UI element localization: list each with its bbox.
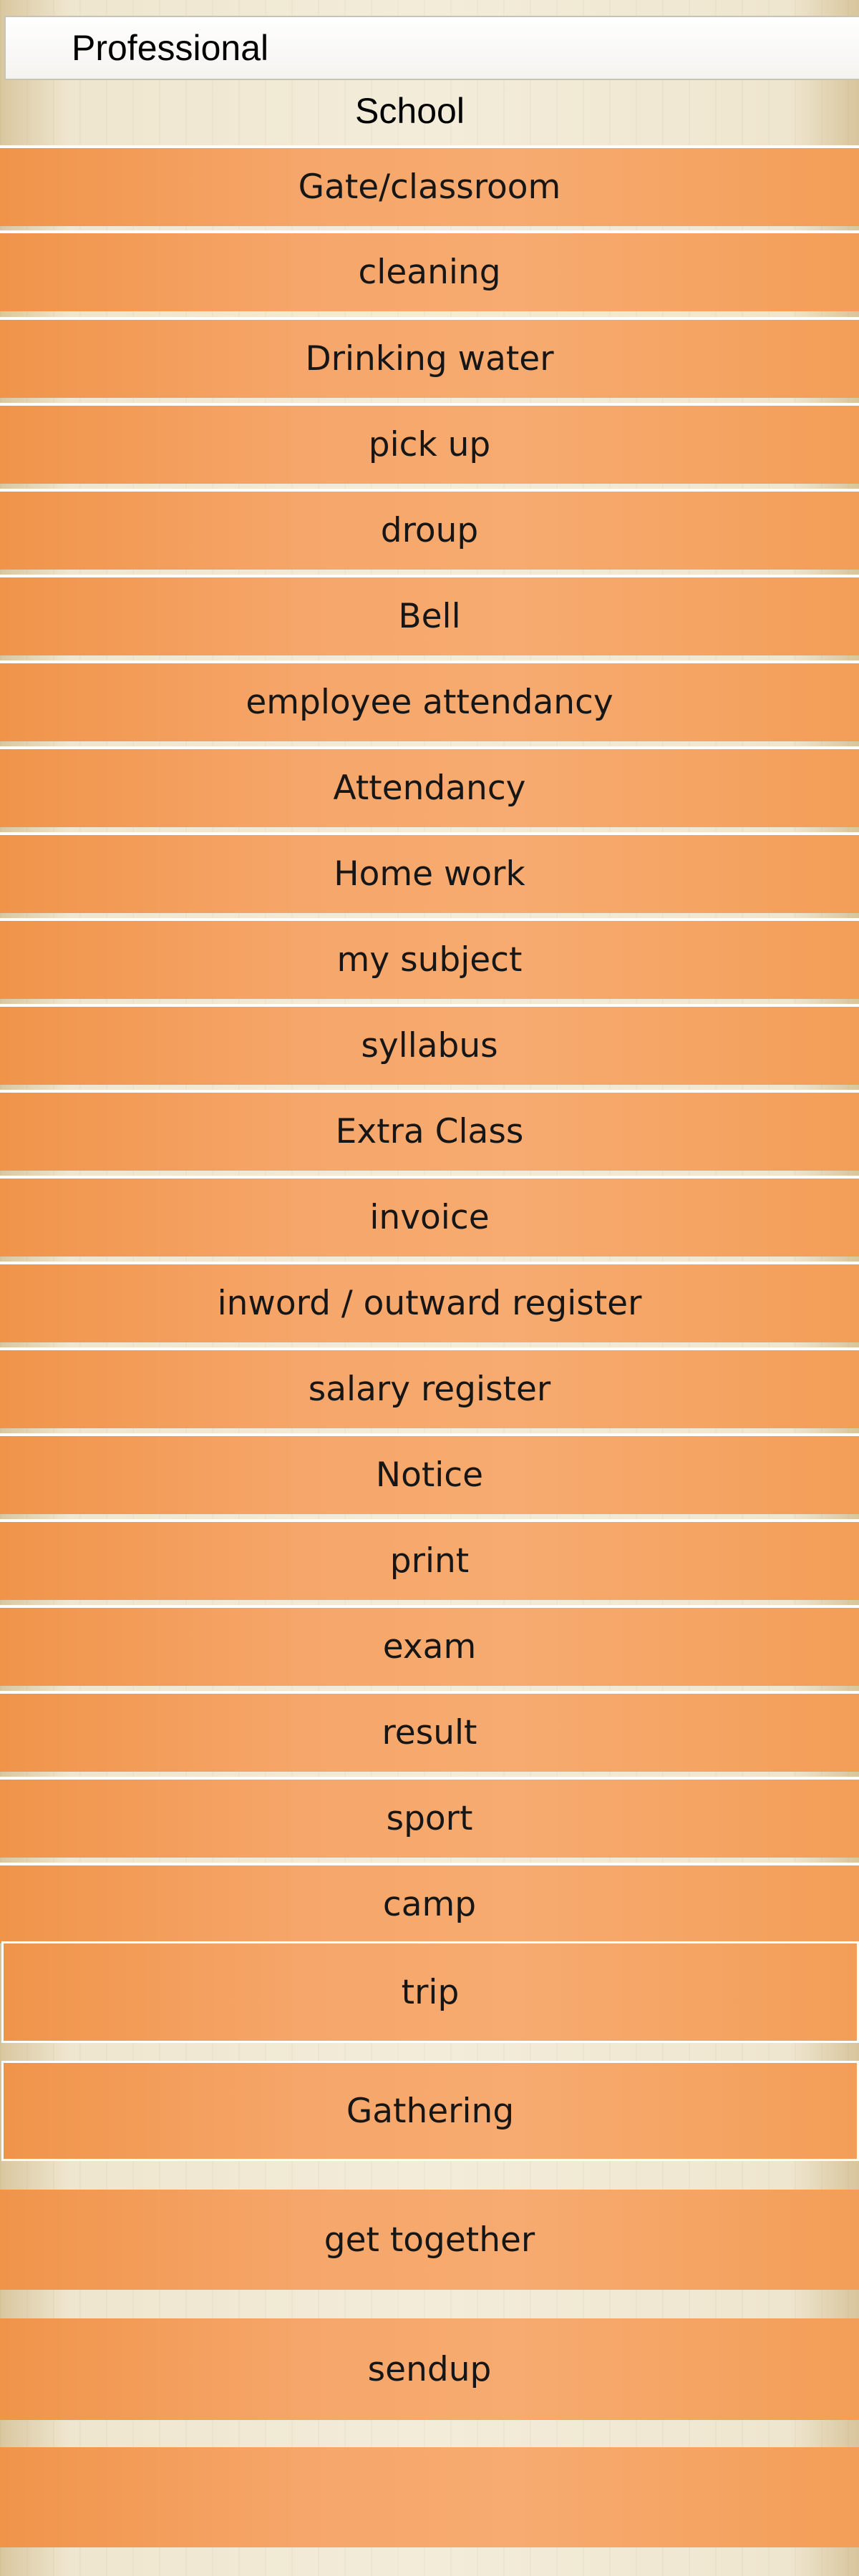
menu-item-trip[interactable]: trip [1,1941,859,2043]
menu-item-my-subject[interactable]: my subject [0,918,859,999]
menu-item-gate-classroom[interactable]: Gate/classroom [0,145,859,226]
menu-item-get-together[interactable]: get together [0,2190,859,2290]
menu-item-extra-class[interactable]: Extra Class [0,1090,859,1171]
menu-item-cleaning[interactable]: cleaning [0,230,859,311]
menu-item-attendancy[interactable]: Attendancy [0,746,859,827]
menu-item-print[interactable]: print [0,1519,859,1600]
header-title: Professional [72,28,269,68]
menu-item-camp[interactable]: camp [0,1863,859,1943]
menu-item-salary-register[interactable]: salary register [0,1347,859,1428]
menu-item-droup[interactable]: droup [0,489,859,570]
menu-item-employee-attendancy[interactable]: employee attendancy [0,660,859,741]
menu-item-home-work[interactable]: Home work [0,832,859,913]
menu-item-exam[interactable]: exam [0,1605,859,1686]
menu-item-invoice[interactable]: invoice [0,1176,859,1257]
menu-item-syllabus[interactable]: syllabus [0,1004,859,1085]
menu-item-pick-up[interactable]: pick up [0,403,859,484]
section-title: School [355,91,465,131]
menu-item-sendup[interactable]: sendup [0,2318,859,2420]
menu-item-drinking-water[interactable]: Drinking water [0,317,859,398]
menu-item-result[interactable]: result [0,1691,859,1772]
menu-item-gathering[interactable]: Gathering [1,2061,859,2161]
header-bar: Professional [4,16,859,80]
menu-item-bell[interactable]: Bell [0,575,859,655]
menu-item-sport[interactable]: sport [0,1777,859,1858]
menu-item-notice[interactable]: Notice [0,1433,859,1514]
menu-item-inward-outward-register[interactable]: inword / outward register [0,1262,859,1342]
menu-item-blank[interactable] [0,2447,859,2547]
